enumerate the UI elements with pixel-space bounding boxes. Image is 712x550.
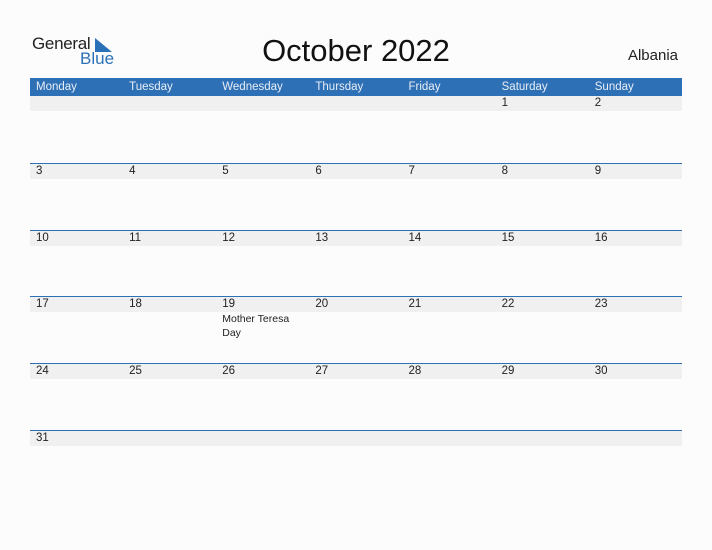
day-number: 20 (315, 298, 329, 310)
day-number (496, 431, 589, 446)
day-number: 28 (408, 365, 422, 377)
weekday-monday: Monday (36, 81, 77, 93)
day-number: 19 (222, 298, 236, 310)
weekday-header: Monday Tuesday Wednesday Thursday Friday… (30, 78, 682, 96)
day-number: 14 (408, 232, 422, 244)
holiday-event (403, 312, 496, 340)
day-number: 1 (501, 97, 509, 109)
day-number: 8 (501, 165, 509, 177)
day-number (589, 431, 682, 446)
day-number: 30 (594, 365, 608, 377)
day-number: 6 (315, 165, 322, 177)
events-row: Mother Teresa Day (30, 312, 682, 340)
day-number: 27 (315, 365, 329, 377)
week-row: 17 18 19 20 21 22 23 Mother Teresa Day (30, 296, 682, 340)
date-bar: 12 (30, 96, 682, 111)
day-number: 5 (222, 165, 229, 177)
day-number: 10 (36, 232, 49, 244)
week-row: 3 4 5 6 7 8 9 (30, 163, 682, 179)
weekday-sunday: Sunday (594, 81, 634, 93)
weekday-friday: Friday (408, 81, 441, 93)
day-number (309, 431, 402, 446)
day-number: 25 (129, 365, 142, 377)
holiday-event (309, 312, 402, 340)
date-bar: 17 18 19 20 21 22 23 (30, 297, 682, 312)
date-bar: 31 (30, 431, 682, 446)
day-number (216, 96, 309, 111)
day-number: 9 (594, 165, 602, 177)
day-number (403, 96, 496, 111)
weekday-tuesday: Tuesday (129, 81, 173, 93)
day-number: 7 (408, 165, 415, 177)
day-number (30, 96, 123, 111)
day-number: 13 (315, 232, 329, 244)
day-number: 23 (594, 298, 608, 310)
weekday-saturday: Saturday (501, 81, 548, 93)
date-bar: 10 11 12 13 14 15 16 (30, 231, 682, 246)
day-number: 3 (36, 165, 43, 177)
day-number: 17 (36, 298, 49, 310)
day-number (123, 431, 216, 446)
page-title: October 2022 (262, 33, 450, 68)
holiday-event: Mother Teresa Day (222, 313, 290, 339)
date-bar: 24 25 26 27 28 29 30 (30, 364, 682, 379)
day-number: 16 (594, 232, 608, 244)
day-number (309, 96, 402, 111)
day-number: 2 (594, 97, 602, 109)
week-row: 24 25 26 27 28 29 30 (30, 363, 682, 379)
day-number: 29 (501, 365, 515, 377)
day-number: 11 (129, 232, 142, 244)
day-number: 24 (36, 365, 49, 377)
holiday-event (30, 312, 123, 340)
day-number (123, 96, 216, 111)
week-row: 10 11 12 13 14 15 16 (30, 230, 682, 246)
day-number: 26 (222, 365, 236, 377)
day-number: 18 (129, 298, 142, 310)
day-number: 12 (222, 232, 236, 244)
holiday-event (589, 312, 682, 340)
country-label: Albania (627, 47, 678, 64)
week-row: 12 (30, 95, 682, 111)
weekday-wednesday: Wednesday (222, 81, 283, 93)
day-number (403, 431, 496, 446)
day-number: 31 (36, 432, 49, 444)
weekday-thursday: Thursday (315, 81, 364, 93)
holiday-event (123, 312, 216, 340)
day-number: 15 (501, 232, 515, 244)
day-number: 22 (501, 298, 515, 310)
day-number: 4 (129, 165, 136, 177)
week-row: 31 (30, 430, 682, 446)
day-number (216, 431, 309, 446)
holiday-event (496, 312, 589, 340)
date-bar: 3 4 5 6 7 8 9 (30, 164, 682, 179)
day-number: 21 (408, 298, 422, 310)
